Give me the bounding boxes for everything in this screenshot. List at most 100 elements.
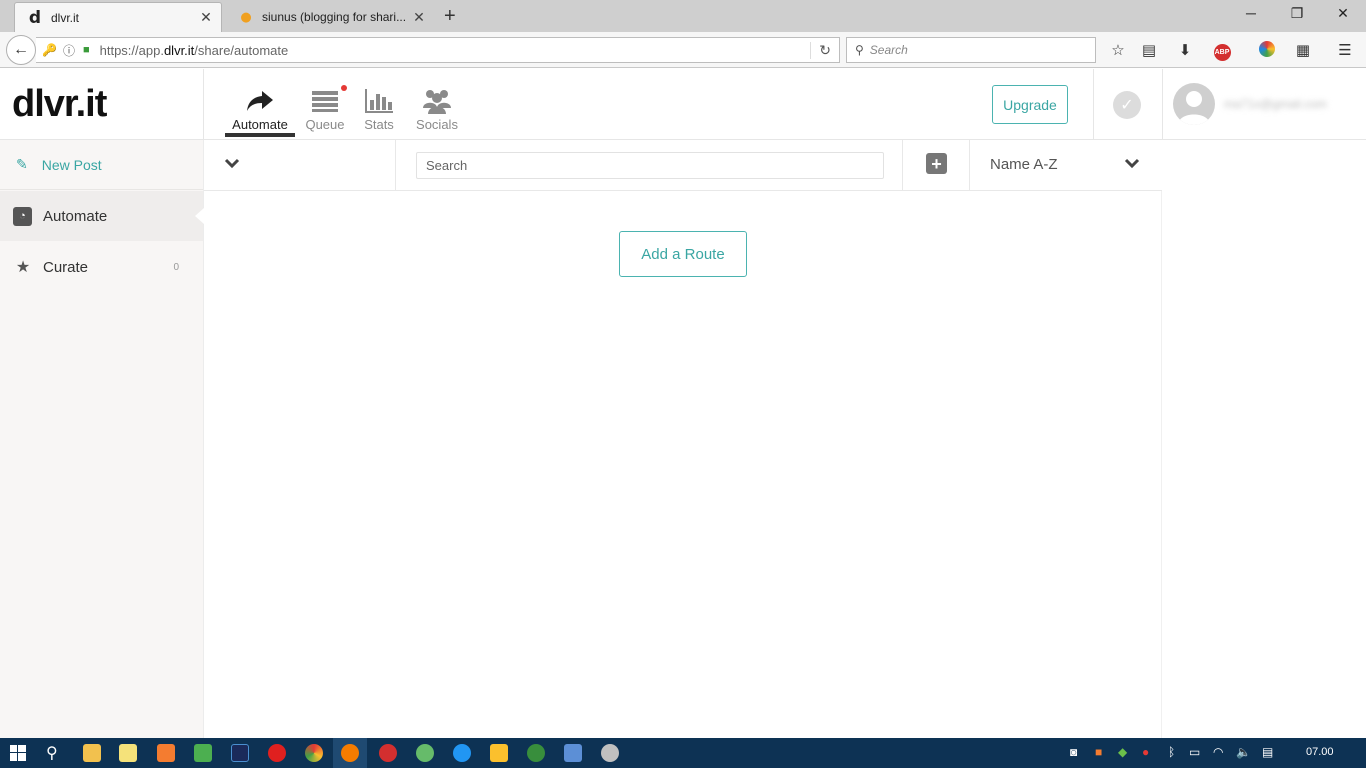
upgrade-button[interactable]: Upgrade: [992, 85, 1068, 124]
reading-list-icon[interactable]: ▤: [1139, 41, 1159, 61]
photoshop-icon[interactable]: [231, 744, 249, 762]
lock-icon[interactable]: ■: [83, 44, 90, 56]
queue-badge: [341, 85, 347, 91]
share-arrow-icon: [226, 85, 294, 117]
color-wheel-icon[interactable]: [1257, 41, 1277, 61]
app-yellow-icon[interactable]: [490, 744, 508, 762]
menu-icon[interactable]: ☰: [1335, 41, 1355, 61]
search-icon[interactable]: ⚲: [46, 743, 58, 763]
search-icon: ⚲: [855, 43, 864, 57]
app-red-icon[interactable]: [379, 744, 397, 762]
flame-favicon-icon: ●: [240, 9, 252, 25]
group-icon: [414, 85, 460, 117]
xampp-icon[interactable]: [157, 744, 175, 762]
nav-stats[interactable]: Stats: [362, 85, 396, 132]
tab-title: dlvr.it: [51, 10, 80, 25]
new-tab-icon[interactable]: +: [444, 5, 456, 28]
spreadsheet-icon[interactable]: [194, 744, 212, 762]
utorrent-icon[interactable]: [416, 744, 434, 762]
nav-label: Queue: [305, 117, 345, 132]
url-prefix: https://app.: [99, 42, 164, 58]
divider: [902, 140, 903, 191]
browser-tab-siunus[interactable]: ● siunus (blogging for shari... ✕: [226, 2, 434, 32]
file-explorer-icon[interactable]: [83, 744, 101, 762]
close-tab-icon[interactable]: ✕: [410, 9, 428, 26]
add-route-icon[interactable]: +: [926, 153, 947, 174]
curate-count: 0: [173, 261, 179, 273]
nav-label: Automate: [232, 117, 288, 132]
browser-tab-dlvrit[interactable]: d dlvr.it ✕: [14, 2, 222, 32]
taskbar-clock[interactable]: 07.00: [1306, 746, 1334, 758]
sidebar-item-label: Curate: [43, 258, 89, 276]
dlvrit-logo[interactable]: dlvr.it: [12, 83, 107, 126]
download-icon[interactable]: ⬇: [1175, 41, 1195, 61]
nav-queue[interactable]: Queue: [305, 85, 347, 132]
sidebar-item-automate[interactable]: ◔ Automate: [0, 191, 204, 241]
back-button[interactable]: ←: [6, 35, 36, 65]
nav-label: Stats: [364, 117, 394, 132]
route-search-input[interactable]: [416, 152, 884, 179]
close-window-icon[interactable]: ✕: [1320, 5, 1366, 22]
app-gray-icon[interactable]: [601, 744, 619, 762]
sort-select-label[interactable]: Name A-Z: [990, 156, 1058, 173]
firefox-icon[interactable]: [341, 744, 359, 762]
key-icon[interactable]: 🔑: [42, 43, 57, 57]
messenger-icon[interactable]: [453, 744, 471, 762]
battery-icon[interactable]: ▭: [1189, 745, 1200, 759]
bar-chart-icon: [362, 85, 396, 117]
reload-icon[interactable]: ↻: [810, 42, 831, 59]
adblock-icon[interactable]: ABP: [1211, 41, 1233, 61]
nav-socials[interactable]: Socials: [414, 85, 460, 132]
divider: [969, 140, 970, 191]
minimize-icon[interactable]: ─: [1228, 5, 1274, 21]
notepad-icon[interactable]: [119, 744, 137, 762]
url-domain: dlvr.it: [163, 42, 195, 58]
tab-title: siunus (blogging for shari...: [262, 10, 407, 24]
browser-search-box[interactable]: ⚲ Search: [846, 37, 1096, 63]
dlvrit-favicon: d: [28, 7, 42, 28]
routes-content: Add a Route: [204, 191, 1162, 738]
active-pointer: [195, 208, 204, 224]
chrome-icon[interactable]: [305, 744, 323, 762]
xampp-tray-icon[interactable]: ■: [1095, 745, 1102, 759]
url-text[interactable]: https://app.dlvr.it/share/automate: [100, 43, 289, 58]
check-icon[interactable]: ✓: [1113, 91, 1141, 119]
active-tab-indicator: [225, 133, 295, 137]
nav-label: Socials: [416, 117, 458, 132]
chevron-down-icon[interactable]: [224, 156, 240, 174]
windows-taskbar: ⚲ ◙ ■ ◆ ● ᛒ ▭ ◠ 🔈 ▤ 07.00: [0, 738, 1366, 768]
divider: [203, 69, 204, 140]
app-blue-icon[interactable]: [564, 744, 582, 762]
bluetooth-icon[interactable]: ᛒ: [1168, 745, 1175, 759]
volume-icon[interactable]: 🔈: [1236, 745, 1251, 759]
browser-tab-bar: d dlvr.it ✕ ● siunus (blogging for shari…: [0, 0, 1366, 32]
star-icon: ★: [15, 259, 31, 276]
chevron-down-icon[interactable]: [1124, 156, 1140, 174]
app-green-icon[interactable]: [527, 744, 545, 762]
user-email[interactable]: ma71x@gmail.com: [1224, 97, 1327, 111]
info-icon[interactable]: ⓘ: [63, 42, 75, 59]
bookmark-star-icon[interactable]: ☆: [1108, 41, 1128, 61]
qr-code-icon[interactable]: ▦: [1293, 41, 1313, 61]
add-route-button[interactable]: Add a Route: [619, 231, 747, 277]
address-bar[interactable]: 🔑 ⓘ ■ https://app.dlvr.it/share/automate…: [36, 37, 840, 63]
nav-automate[interactable]: Automate: [225, 85, 295, 137]
tray-green-icon[interactable]: ◆: [1118, 745, 1127, 759]
browser-nav-bar: 🔑 ⓘ ■ https://app.dlvr.it/share/automate…: [0, 32, 1366, 68]
new-post-label: New Post: [41, 156, 102, 173]
new-post-button[interactable]: ✎ New Post: [0, 140, 203, 190]
windows-start-icon[interactable]: [10, 745, 26, 766]
url-path: /share/automate: [194, 42, 289, 58]
restore-icon[interactable]: ❐: [1274, 5, 1320, 22]
camera-tray-icon[interactable]: ◙: [1070, 745, 1077, 759]
opera-icon[interactable]: [268, 744, 286, 762]
close-tab-icon[interactable]: ✕: [197, 9, 215, 26]
sidebar-item-label: Automate: [43, 207, 108, 225]
sidebar-item-curate[interactable]: ★ Curate 0: [0, 242, 203, 292]
wifi-icon[interactable]: ◠: [1213, 745, 1223, 759]
notifications-icon[interactable]: ▤: [1262, 745, 1273, 759]
tray-red-icon[interactable]: ●: [1142, 745, 1149, 759]
divider: [395, 140, 396, 191]
divider: [1162, 69, 1163, 140]
avatar[interactable]: [1173, 83, 1215, 125]
